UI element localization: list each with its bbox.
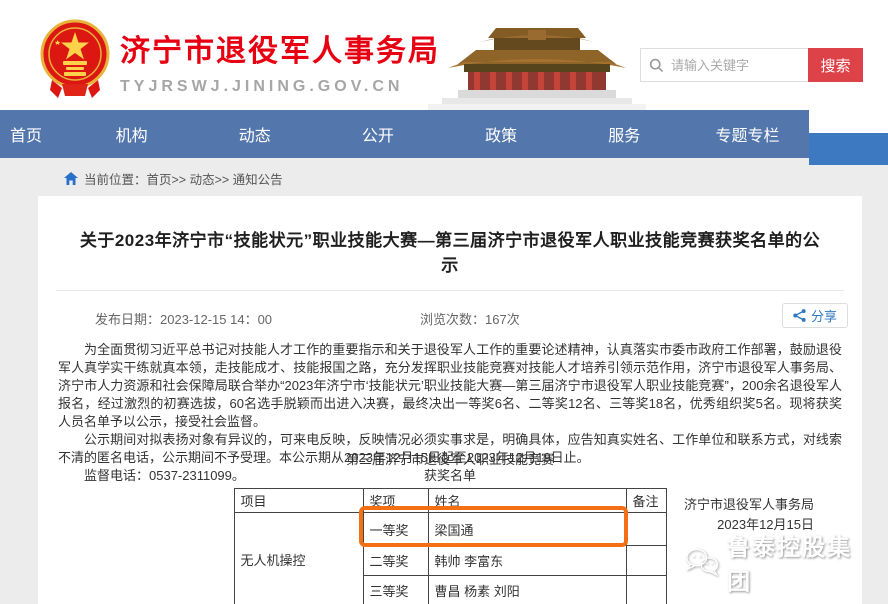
col-header-award: 奖项 xyxy=(363,489,428,513)
search-input[interactable] xyxy=(671,58,808,73)
wechat-bubbles-icon xyxy=(685,546,719,578)
nav-item-home[interactable]: 首页 xyxy=(0,122,70,146)
side-window-edge xyxy=(809,133,888,165)
table-row: 无人机操控 一等奖 梁国通 xyxy=(234,513,666,546)
article-card: 关于2023年济宁市“技能状元”职业技能大赛—第三届济宁市退役军人职业技能竞赛获… xyxy=(38,196,862,604)
publish-date: 发布日期：2023-12-15 14：00 xyxy=(95,309,272,328)
share-icon xyxy=(793,309,806,322)
names-cell: 曹昌 杨素 刘阳 xyxy=(428,576,626,604)
search-icon xyxy=(641,58,671,73)
site-title: 济宁市退役军人事务局 xyxy=(120,26,440,70)
view-count: 浏览次数：167次 xyxy=(420,309,520,328)
nav-item-special[interactable]: 专题专栏 xyxy=(686,122,809,146)
project-cell: 无人机操控 xyxy=(234,513,363,604)
award-table: 项目 奖项 姓名 备注 无人机操控 一等奖 梁国通 二等奖 韩帅 李富东 xyxy=(234,488,667,604)
page: 济宁市退役军人事务局 TYJRSWJ.JINING.GOV.CN xyxy=(0,0,888,604)
table-caption-line1: 第三届济宁市退役军人职业技能竞赛 xyxy=(38,452,862,468)
award-cell: 二等奖 xyxy=(363,546,428,576)
watermark: 鲁泰控股集团 xyxy=(685,528,862,596)
table-header-row: 项目 奖项 姓名 备注 xyxy=(234,489,666,513)
nav-item-policy[interactable]: 政策 xyxy=(440,122,563,146)
col-header-name: 姓名 xyxy=(428,489,626,513)
award-cell: 三等奖 xyxy=(363,576,428,604)
nav-item-org[interactable]: 机构 xyxy=(70,122,193,146)
share-button[interactable]: 分享 xyxy=(782,303,848,328)
breadcrumb-text: 当前位置：首页>> 动态>> 通知公告 xyxy=(84,169,283,188)
main-navigation: 首页 机构 动态 公开 政策 服务 专题专栏 xyxy=(0,110,809,158)
nav-item-news[interactable]: 动态 xyxy=(193,122,316,146)
article-title: 关于2023年济宁市“技能状元”职业技能大赛—第三届济宁市退役军人职业技能竞赛获… xyxy=(38,226,862,276)
temple-building-photo xyxy=(428,20,646,110)
col-header-note: 备注 xyxy=(626,489,666,513)
article-meta: 发布日期：2023-12-15 14：00 浏览次数：167次 分享 xyxy=(38,299,862,335)
note-cell xyxy=(626,513,666,546)
table-caption-line2: 获奖名单 xyxy=(38,468,862,484)
names-cell: 韩帅 李富东 xyxy=(428,546,626,576)
site-identity: 济宁市退役军人事务局 TYJRSWJ.JINING.GOV.CN xyxy=(120,26,440,96)
note-cell xyxy=(626,576,666,604)
share-label: 分享 xyxy=(811,306,837,325)
nav-item-service[interactable]: 服务 xyxy=(563,122,686,146)
site-header: 济宁市退役军人事务局 TYJRSWJ.JINING.GOV.CN xyxy=(0,0,888,110)
col-header-project: 项目 xyxy=(234,489,363,513)
nav-item-public[interactable]: 公开 xyxy=(316,122,439,146)
title-divider xyxy=(56,290,844,291)
national-emblem-logo xyxy=(40,18,110,100)
names-cell: 梁国通 xyxy=(428,513,626,546)
award-cell: 一等奖 xyxy=(363,513,428,546)
home-icon xyxy=(64,172,78,185)
watermark-text: 鲁泰控股集团 xyxy=(727,528,862,596)
search-button[interactable]: 搜索 xyxy=(808,48,863,82)
search-box: 搜索 xyxy=(640,48,863,82)
breadcrumb[interactable]: 当前位置：首页>> 动态>> 通知公告 xyxy=(64,168,283,188)
site-url: TYJRSWJ.JINING.GOV.CN xyxy=(120,78,440,96)
note-cell xyxy=(626,546,666,576)
paragraph: 为全面贯彻习近平总书记对技能人才工作的重要指示和关于退役军人工作的重要论述精神，… xyxy=(58,341,842,431)
